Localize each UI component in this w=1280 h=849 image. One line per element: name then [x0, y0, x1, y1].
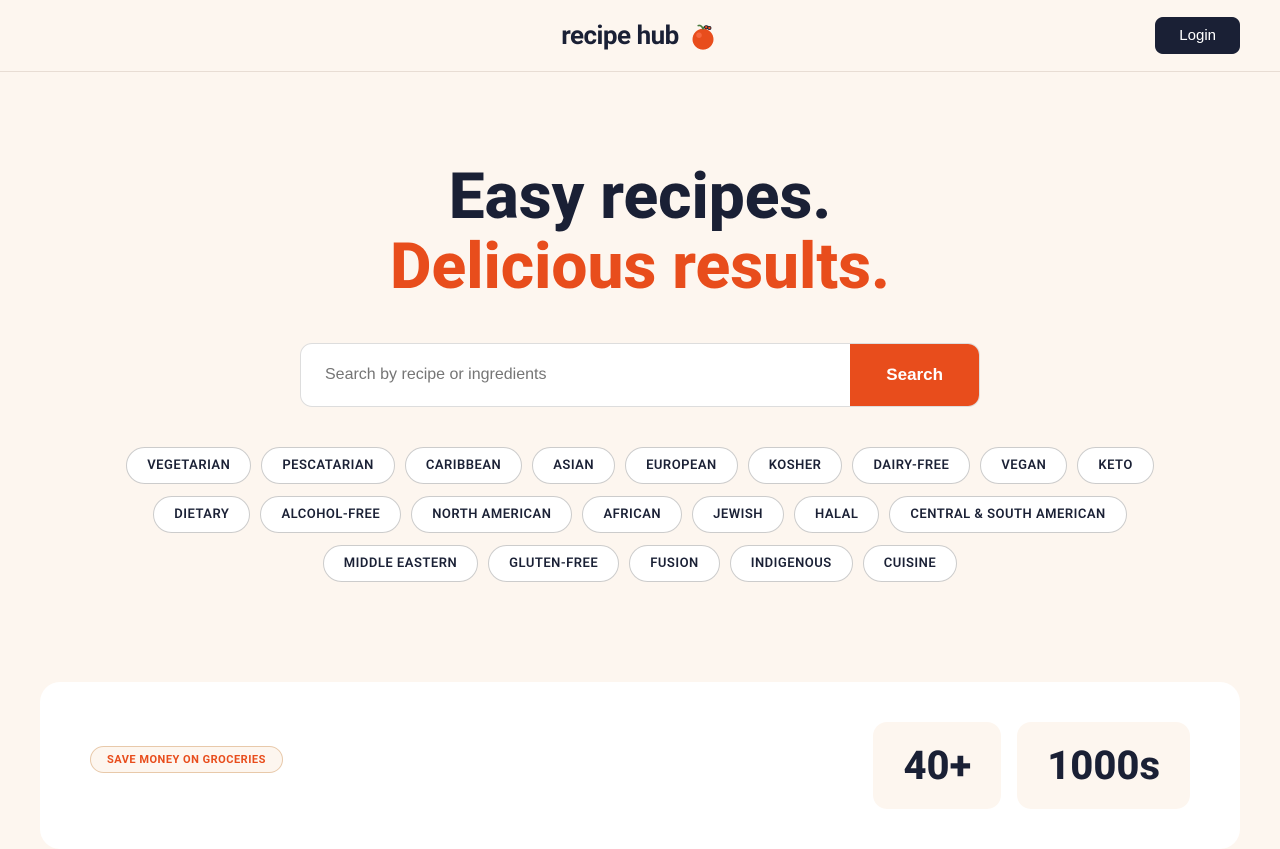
- hero-title-line2: Delicious results.: [390, 232, 890, 302]
- tag-keto[interactable]: KETO: [1077, 447, 1153, 484]
- hero-title-line1: Easy recipes.: [449, 162, 832, 232]
- tag-vegan[interactable]: VEGAN: [980, 447, 1067, 484]
- tags-row-3: MIDDLE EASTERN GLUTEN-FREE FUSION INDIGENOU…: [323, 545, 957, 582]
- tag-caribbean[interactable]: CARIBBEAN: [405, 447, 522, 484]
- tag-dairy-free[interactable]: DAIRY-FREE: [852, 447, 970, 484]
- login-button[interactable]: Login: [1155, 17, 1240, 54]
- search-input[interactable]: [301, 344, 850, 406]
- stat-number-2: 1000s: [1047, 742, 1160, 789]
- tags-container: VEGETARIAN PESCATARIAN CARIBBEAN ASIAN EUROP…: [60, 447, 1220, 582]
- search-button[interactable]: Search: [850, 344, 979, 406]
- tag-central-south-american[interactable]: CENTRAL & SOUTH AMERICAN: [889, 496, 1126, 533]
- tag-gluten-free[interactable]: GLUTEN-FREE: [488, 545, 619, 582]
- bottom-card-left: SAVE MONEY ON GROCERIES: [90, 746, 283, 785]
- save-badge: SAVE MONEY ON GROCERIES: [90, 746, 283, 773]
- tag-pescatarian[interactable]: PESCATARIAN: [261, 447, 395, 484]
- logo: recipe hub: [561, 20, 719, 52]
- stats-row: 40+ 1000s: [873, 722, 1190, 809]
- tag-north-american[interactable]: NORTH AMERICAN: [411, 496, 572, 533]
- tag-kosher[interactable]: KOSHER: [748, 447, 843, 484]
- stat-box-1: 40+: [873, 722, 1001, 809]
- tag-indigenous[interactable]: INDIGENOUS: [730, 545, 853, 582]
- logo-text: recipe hub: [561, 21, 679, 51]
- logo-icon: [687, 20, 719, 52]
- tags-row-2: DIETARY ALCOHOL-FREE NORTH AMERICAN AFRICAN…: [153, 496, 1126, 533]
- tag-european[interactable]: EUROPEAN: [625, 447, 738, 484]
- tag-middle-eastern[interactable]: MIDDLE EASTERN: [323, 545, 478, 582]
- bottom-card: SAVE MONEY ON GROCERIES 40+ 1000s: [40, 682, 1240, 849]
- header: recipe hub Login: [0, 0, 1280, 72]
- tag-vegetarian[interactable]: VEGETARIAN: [126, 447, 251, 484]
- tag-halal[interactable]: HALAL: [794, 496, 879, 533]
- stat-number-1: 40+: [903, 742, 971, 789]
- tag-fusion[interactable]: FUSION: [629, 545, 720, 582]
- hero-section: Easy recipes. Delicious results. Search …: [0, 72, 1280, 642]
- search-bar: Search: [300, 343, 980, 407]
- tags-row-1: VEGETARIAN PESCATARIAN CARIBBEAN ASIAN EUROP…: [126, 447, 1154, 484]
- tag-alcohol-free[interactable]: ALCOHOL-FREE: [260, 496, 401, 533]
- tag-cuisine[interactable]: CUISINE: [863, 545, 957, 582]
- stat-box-2: 1000s: [1017, 722, 1190, 809]
- tag-asian[interactable]: ASIAN: [532, 447, 615, 484]
- tag-african[interactable]: AFRICAN: [582, 496, 682, 533]
- tag-jewish[interactable]: JEWISH: [692, 496, 784, 533]
- tag-dietary[interactable]: DIETARY: [153, 496, 250, 533]
